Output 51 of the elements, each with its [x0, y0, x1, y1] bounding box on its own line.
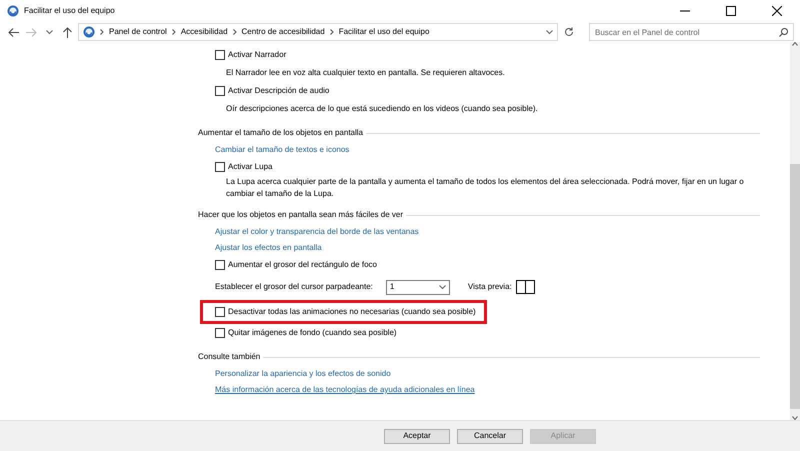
- link[interactable]: Ajustar los efectos en pantalla: [215, 242, 322, 254]
- chevron-right-icon: [100, 29, 104, 35]
- checkbox-label[interactable]: Activar Descripción de audio: [228, 85, 330, 97]
- checkbox-label[interactable]: Desactivar todas las animaciones no necesarias (cuando sea posible): [228, 306, 476, 318]
- breadcrumb-item[interactable]: Facilitar el uso del equipo: [338, 26, 430, 38]
- description-text: Oír descripciones acerca de lo que está sucediendo en los videos (cuando sea posible).: [226, 103, 538, 115]
- section-heading: Hacer que los objetos en pantalla sean más fáciles de ver: [198, 209, 404, 221]
- checkbox[interactable]: [215, 86, 225, 96]
- chevron-down-icon: [438, 284, 446, 290]
- description-text: El Narrador lee en voz alta cualquier texto en pantalla. Se requieren altavoces.: [226, 67, 505, 79]
- checkbox[interactable]: [215, 50, 225, 60]
- checkbox[interactable]: [215, 328, 225, 338]
- breadcrumb-item[interactable]: Centro de accesibilidad: [242, 26, 325, 38]
- checkbox-label[interactable]: Quitar imágenes de fondo (cuando sea posible): [228, 327, 397, 339]
- chevron-right-icon: [232, 29, 237, 35]
- dialog-button[interactable]: Cancelar: [457, 428, 523, 444]
- breadcrumb-item[interactable]: Accesibilidad: [180, 26, 228, 38]
- control-panel-icon: [83, 26, 95, 38]
- field-label: Establecer el grosor del cursor parpadeante:: [215, 281, 373, 293]
- section-heading: Consulte también: [198, 351, 260, 363]
- scrollbar-thumb[interactable]: [790, 164, 800, 408]
- link[interactable]: Ajustar el color y transparencia del borde de las ventanas: [215, 226, 419, 238]
- scrollbar[interactable]: [790, 42, 800, 420]
- control-panel-icon: [7, 5, 19, 17]
- cursor-preview: [516, 280, 535, 294]
- section-heading: Aumentar el tamaño de los objetos en pantalla: [198, 127, 363, 139]
- link[interactable]: Más información acerca de las tecnologías de ayuda adicionales en línea: [215, 384, 475, 396]
- dialog-button[interactable]: Aceptar: [384, 428, 450, 444]
- checkbox-label[interactable]: Activar Lupa: [228, 161, 272, 173]
- address-bar[interactable]: Panel de control Accesibilidad Centro de accesibilidad Facilitar el uso del equipo: [78, 23, 558, 41]
- breadcrumb-item[interactable]: Panel de control: [109, 26, 167, 38]
- link[interactable]: Personalizar la apariencia y los efectos de sonido: [215, 368, 391, 380]
- chevron-right-icon: [172, 29, 176, 35]
- chevron-right-icon: [330, 29, 334, 35]
- refresh-icon[interactable]: [562, 25, 576, 39]
- checkbox-label[interactable]: Activar Narrador: [228, 49, 286, 61]
- scroll-up-icon[interactable]: [792, 42, 798, 46]
- checkbox[interactable]: [215, 307, 225, 317]
- scroll-down-icon[interactable]: [792, 416, 798, 420]
- checkbox[interactable]: [215, 260, 225, 270]
- back-arrow-icon[interactable]: [6, 25, 20, 39]
- chevron-down-icon[interactable]: [546, 30, 553, 34]
- cursor-width-dropdown[interactable]: 1: [386, 280, 450, 294]
- window-title: Facilitar el uso del equipo: [24, 5, 115, 17]
- description-text: La Lupa acerca cualquier parte de la pantalla y aumenta el tamaño de todos los elementos del área seleccionada. Podrá mover, fijar en un lugar o cambiar el tamaño de la Lupa.: [226, 176, 745, 200]
- preview-label: Vista previa:: [468, 281, 512, 293]
- link[interactable]: Cambiar el tamaño de textos e iconos: [215, 144, 350, 156]
- checkbox-label[interactable]: Aumentar el grosor del rectángulo de foco: [228, 259, 377, 271]
- search-field[interactable]: Buscar en el Panel de control: [589, 23, 794, 41]
- search-icon: [779, 28, 788, 37]
- checkbox[interactable]: [215, 162, 225, 172]
